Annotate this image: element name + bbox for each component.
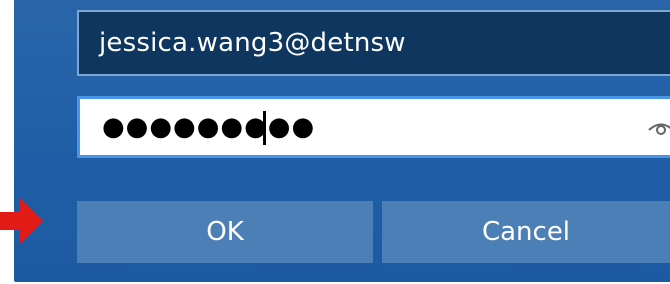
password-masked-value: ●●●●●●●●● [102, 112, 316, 142]
cancel-button-label: Cancel [481, 217, 571, 247]
text-caret [263, 111, 266, 145]
credential-dialog: jessica.wang3@detnsw ●●●●●●●●● OK Cancel [14, 0, 670, 282]
ok-button-label: OK [206, 217, 244, 247]
red-arrow-icon [0, 198, 43, 244]
eye-icon[interactable] [646, 115, 670, 139]
password-field[interactable]: ●●●●●●●●● [77, 96, 670, 158]
username-value: jessica.wang3@detnsw [99, 28, 406, 58]
ok-button[interactable]: OK [77, 201, 373, 263]
cancel-button[interactable]: Cancel [382, 201, 670, 263]
username-field[interactable]: jessica.wang3@detnsw [77, 10, 670, 76]
